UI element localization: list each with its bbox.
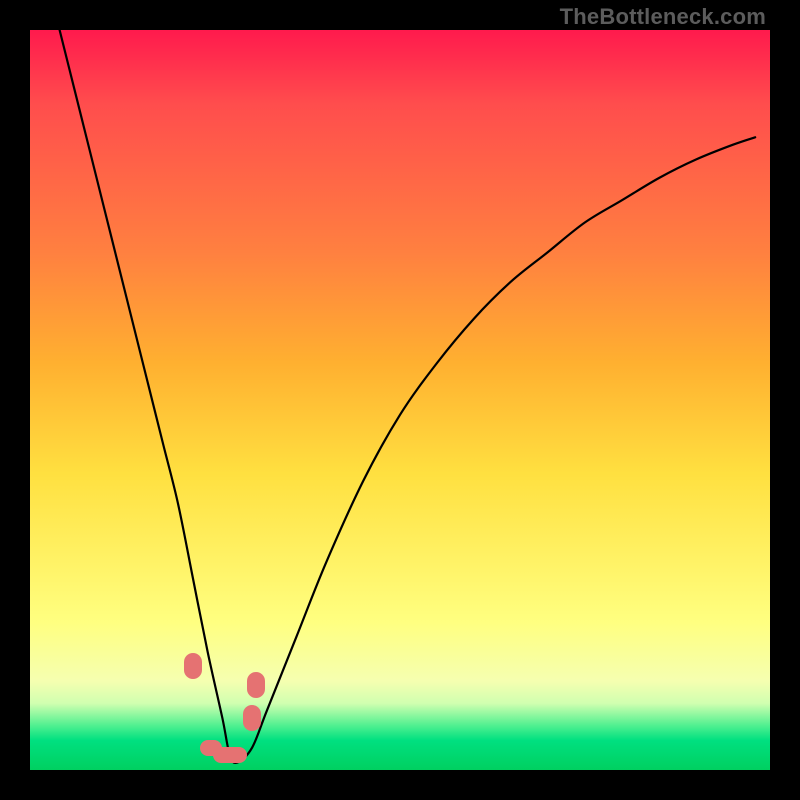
- plot-area: [30, 30, 770, 770]
- trough-marker: [184, 653, 202, 679]
- trough-marker: [213, 747, 247, 763]
- watermark-text: TheBottleneck.com: [560, 4, 766, 30]
- chart-frame: [30, 30, 770, 770]
- trough-marker: [247, 672, 265, 698]
- trough-marker: [243, 705, 261, 731]
- bottleneck-curve: [30, 30, 770, 770]
